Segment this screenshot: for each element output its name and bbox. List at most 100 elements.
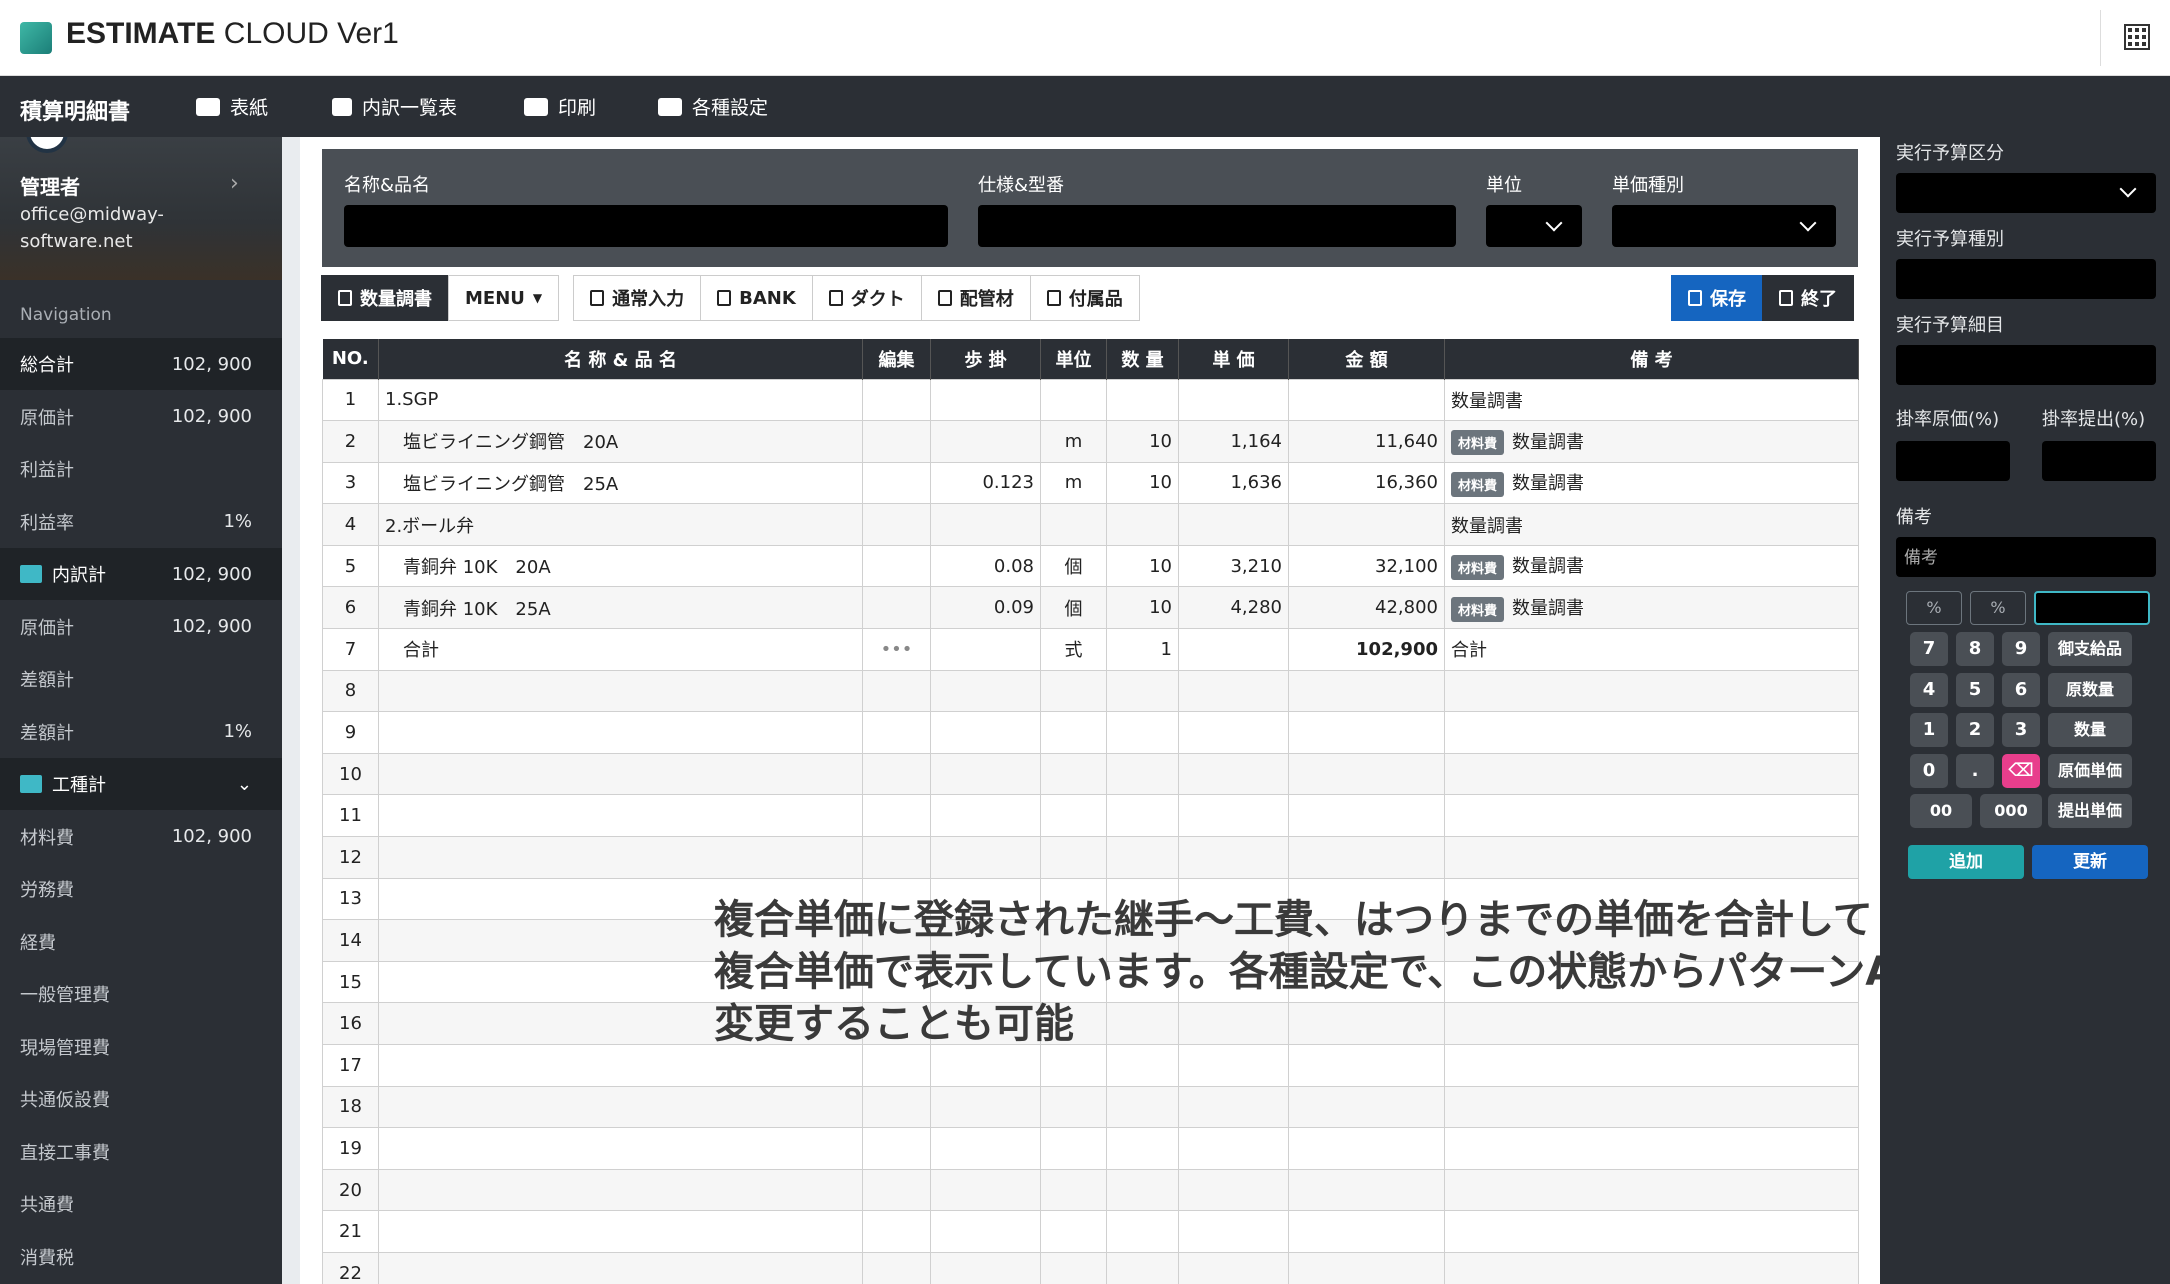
sidebar-item[interactable]: 材料費 102, 900 xyxy=(0,811,282,863)
edit-cell[interactable] xyxy=(862,794,931,838)
edit-cell[interactable] xyxy=(862,1168,931,1212)
sidebar-item[interactable]: 原価計 102, 900 xyxy=(0,601,282,653)
sidebar-item[interactable]: 差額計 xyxy=(0,653,282,705)
item-name[interactable]: 合計 xyxy=(378,628,863,671)
rate-submit-input[interactable] xyxy=(2042,441,2156,481)
item-name[interactable] xyxy=(378,794,863,838)
keypad-key[interactable]: 3 xyxy=(2002,713,2040,747)
item-name[interactable] xyxy=(378,960,863,1004)
budget-type-input[interactable] xyxy=(1896,259,2156,299)
nav-cover[interactable]: 表紙 xyxy=(196,93,268,120)
item-name[interactable] xyxy=(378,1085,863,1129)
sidebar-item[interactable]: 労務費 xyxy=(0,863,282,915)
keypad-key[interactable]: 4 xyxy=(1910,672,1948,707)
sidebar-item[interactable]: 消費税 xyxy=(0,1231,282,1283)
edit-cell[interactable] xyxy=(862,1085,931,1129)
edit-cell[interactable] xyxy=(862,1210,931,1253)
save-button[interactable]: 保存 xyxy=(1671,275,1763,321)
table-row[interactable]: 5 青銅弁 10K 20A 0.08 個 10 3,210 32,100 材料費 数量調書 xyxy=(322,544,1859,588)
item-name[interactable]: 2.ボール弁 xyxy=(378,503,863,546)
edit-cell[interactable] xyxy=(862,503,931,546)
edit-cell[interactable] xyxy=(862,960,931,1004)
unit-select[interactable] xyxy=(1486,205,1582,247)
item-name[interactable] xyxy=(378,1002,863,1045)
keypad-key[interactable]: 6 xyxy=(2002,672,2040,707)
edit-cell[interactable] xyxy=(862,919,931,962)
keypad-key[interactable]: 2 xyxy=(1956,713,1994,747)
nav-breakdown-list[interactable]: 内訳一覧表 xyxy=(332,93,457,120)
edit-cell[interactable] xyxy=(862,461,931,505)
edit-cell[interactable] xyxy=(862,1127,931,1170)
budget-detail-input[interactable] xyxy=(1896,345,2156,385)
item-name[interactable] xyxy=(378,919,863,962)
spec-input[interactable] xyxy=(978,205,1456,247)
sidebar-item[interactable]: 内訳計 102, 900 xyxy=(0,548,282,600)
exit-button[interactable]: 終了 xyxy=(1762,275,1854,321)
edit-cell[interactable] xyxy=(862,378,931,422)
item-name[interactable] xyxy=(378,836,863,879)
keypad-key[interactable]: 00 xyxy=(1910,794,1972,828)
table-row[interactable]: 9 xyxy=(322,711,1859,754)
item-name[interactable]: 青銅弁 10K 25A xyxy=(378,586,863,630)
keypad-key[interactable]: 9 xyxy=(2002,632,2040,666)
item-name[interactable] xyxy=(378,1210,863,1253)
sidebar-item[interactable]: 共通仮設費 xyxy=(0,1073,282,1125)
item-name[interactable]: 青銅弁 10K 20A xyxy=(378,544,863,588)
user-profile[interactable]: 管理者 office@midway-software.net › xyxy=(0,137,282,280)
table-row[interactable]: 13 xyxy=(322,877,1859,921)
item-name[interactable]: 1.SGP xyxy=(378,378,863,422)
item-name[interactable] xyxy=(378,1127,863,1170)
keypad-key[interactable]: 7 xyxy=(1910,632,1948,666)
item-name[interactable] xyxy=(378,1044,863,1087)
item-name[interactable]: 塩ビライニング鋼管 25A xyxy=(378,461,863,505)
sidebar-item[interactable]: 共通費 xyxy=(0,1178,282,1230)
table-row[interactable]: 14 xyxy=(322,919,1859,962)
sidebar-item[interactable]: 差額計 1% xyxy=(0,706,282,758)
edit-cell[interactable] xyxy=(862,669,931,713)
menu-dropdown[interactable]: MENU ▼ xyxy=(448,275,560,321)
edit-cell[interactable] xyxy=(862,752,931,796)
keypad-key[interactable]: 000 xyxy=(1980,794,2042,828)
item-name[interactable]: 塩ビライニング鋼管 20A xyxy=(378,420,863,463)
sidebar-item[interactable]: 現場管理費 xyxy=(0,1021,282,1073)
table-row[interactable]: 16 xyxy=(322,1002,1859,1045)
sidebar-item[interactable]: 一般管理費 xyxy=(0,968,282,1020)
table-row[interactable]: 6 青銅弁 10K 25A 0.09 個 10 4,280 42,800 材料費 数量調書 xyxy=(322,586,1859,630)
keypad-key[interactable]: . xyxy=(1956,753,1994,788)
sidebar-item[interactable]: 経費 xyxy=(0,916,282,968)
table-row[interactable]: 20 xyxy=(322,1168,1859,1212)
edit-cell[interactable]: ••• xyxy=(862,628,931,671)
keypad-key[interactable]: 0 xyxy=(1910,753,1948,788)
table-row[interactable]: 8 xyxy=(322,669,1859,713)
table-row[interactable]: 21 xyxy=(322,1210,1859,1253)
nav-print[interactable]: 印刷 xyxy=(524,93,596,120)
edit-cell[interactable] xyxy=(862,544,931,588)
table-row[interactable]: 18 xyxy=(322,1085,1859,1129)
duct-button[interactable]: ダクト xyxy=(811,275,922,321)
grid-menu-icon[interactable] xyxy=(2124,24,2150,50)
bank-button[interactable]: BANK xyxy=(700,275,813,321)
item-name[interactable] xyxy=(378,1251,863,1284)
sidebar-item[interactable]: 原価計 102, 900 xyxy=(0,391,282,443)
remarks-input[interactable]: 備考 xyxy=(1896,537,2156,577)
calc-display[interactable] xyxy=(2034,591,2150,625)
edit-cell[interactable] xyxy=(862,420,931,463)
accessory-button[interactable]: 付属品 xyxy=(1029,275,1140,321)
update-button[interactable]: 更新 xyxy=(2032,845,2148,879)
table-row[interactable]: 19 xyxy=(322,1127,1859,1170)
table-row[interactable]: 7 合計 ••• 式 1 102,900 合計 xyxy=(322,628,1859,671)
keypad-key[interactable]: 数量 xyxy=(2048,713,2132,747)
keypad-key[interactable]: 提出単価 xyxy=(2048,794,2132,828)
sidebar-item[interactable]: 総合計 102, 900 xyxy=(0,338,282,390)
table-row[interactable]: 2 塩ビライニング鋼管 20A m 10 1,164 11,640 材料費 数量調書 xyxy=(322,420,1859,463)
keypad-key[interactable]: 8 xyxy=(1956,632,1994,666)
table-row[interactable]: 17 xyxy=(322,1044,1859,1087)
percent-field-2[interactable]: % xyxy=(1970,591,2026,625)
edit-cell[interactable] xyxy=(862,586,931,630)
item-name[interactable] xyxy=(378,711,863,754)
keypad-key[interactable]: 原価単価 xyxy=(2048,753,2132,788)
table-row[interactable]: 10 xyxy=(322,752,1859,796)
table-row[interactable]: 11 xyxy=(322,794,1859,838)
edit-cell[interactable] xyxy=(862,1251,931,1284)
chevron-right-icon[interactable]: › xyxy=(230,171,239,196)
